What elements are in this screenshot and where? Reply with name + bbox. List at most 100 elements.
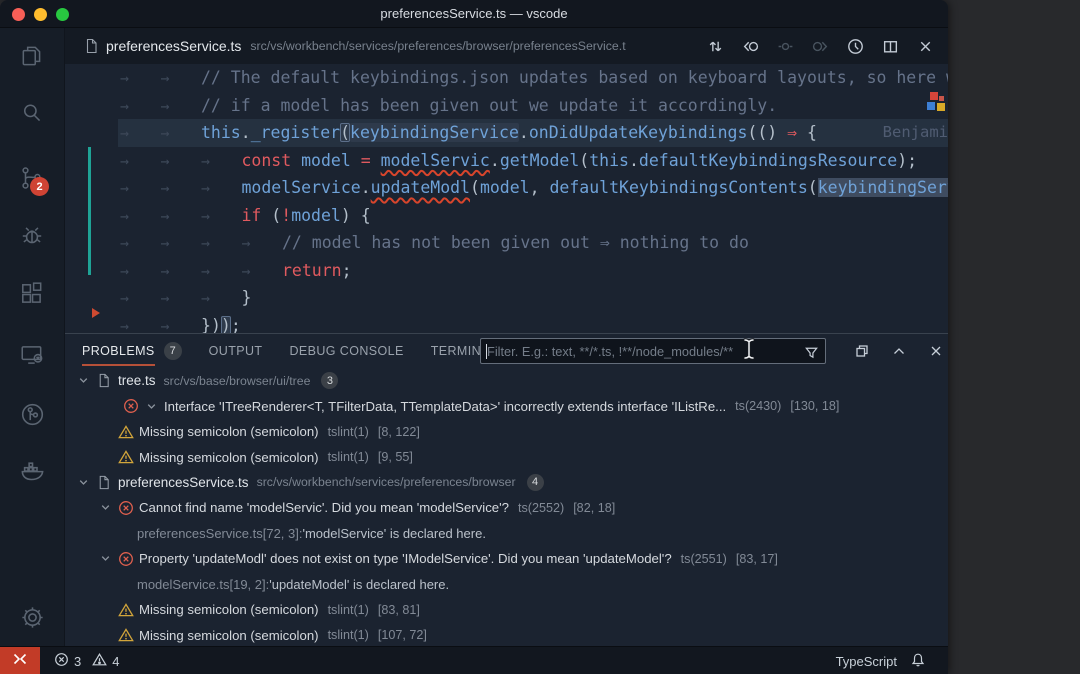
- activity-item-docker[interactable]: [0, 451, 64, 495]
- error-icon: [118, 551, 134, 567]
- code-line[interactable]: →→→const model = modelServic.getModel(th…: [65, 147, 948, 175]
- maximize-panel-icon[interactable]: [889, 341, 909, 361]
- language-mode[interactable]: TypeScript: [836, 654, 897, 669]
- code-line[interactable]: →→// if a model has been given out we up…: [65, 92, 948, 120]
- problem-row[interactable]: Missing semicolon (semicolon)tslint(1)[9…: [65, 444, 948, 469]
- problem-row[interactable]: Interface 'ITreeRenderer<T, TFilterData,…: [65, 393, 948, 418]
- navigate-back-icon[interactable]: [737, 33, 763, 59]
- restore-panel-icon[interactable]: [852, 341, 872, 361]
- code-line[interactable]: →→this._register(keybindingService.onDid…: [65, 119, 948, 147]
- split-editor-icon[interactable]: [877, 33, 903, 59]
- related-info-row[interactable]: modelService.ts[19, 2]: 'updateModel' is…: [65, 572, 948, 597]
- whitespace-arrow: →: [161, 285, 202, 313]
- code-line[interactable]: →→// The default keybindings.json update…: [65, 64, 948, 92]
- activity-item-search[interactable]: [0, 93, 64, 137]
- warning-icon: [118, 627, 134, 643]
- problems-summary[interactable]: 3 4: [54, 647, 119, 674]
- code-token: (: [579, 151, 589, 170]
- code-token: .: [519, 123, 529, 142]
- code-line[interactable]: →→}));: [65, 312, 948, 334]
- code-line[interactable]: →→→→// model has not been given out ⇒ no…: [65, 229, 948, 257]
- code-line[interactable]: →→→→return;: [65, 257, 948, 285]
- tab-output[interactable]: OUTPUT: [209, 334, 263, 368]
- problem-message: Missing semicolon (semicolon): [139, 424, 319, 439]
- problem-row[interactable]: Missing semicolon (semicolon)tslint(1)[1…: [65, 622, 948, 646]
- warning-icon: [118, 449, 134, 465]
- remote-explorer-icon: [19, 342, 45, 373]
- open-changes-icon[interactable]: [702, 33, 728, 59]
- filter-icon[interactable]: [802, 343, 820, 361]
- code-token: model: [480, 178, 530, 197]
- code-token: // if a model has been given out we upda…: [201, 96, 777, 115]
- problem-file-row[interactable]: tree.tssrc/vs/base/browser/ui/tree3: [65, 368, 948, 393]
- whitespace-arrow: →: [201, 258, 242, 286]
- code-token: this: [201, 123, 241, 142]
- code-token: [371, 151, 381, 170]
- code-token: }: [242, 288, 252, 307]
- error-count: 3: [74, 654, 81, 669]
- problem-position: [83, 17]: [736, 552, 778, 566]
- problem-row[interactable]: Missing semicolon (semicolon)tslint(1)[8…: [65, 597, 948, 622]
- whitespace-arrow: →: [120, 175, 161, 203]
- source-control-badge: 2: [30, 177, 49, 196]
- activity-item-explorer[interactable]: [0, 36, 64, 80]
- code-token: .: [629, 151, 639, 170]
- code-token: .: [490, 151, 500, 170]
- open-file-name[interactable]: preferencesService.ts: [106, 38, 241, 54]
- problems-filter[interactable]: [480, 338, 826, 364]
- code-token: modelServic: [381, 151, 490, 170]
- manage-settings-button[interactable]: [0, 598, 64, 642]
- code-token: ((): [747, 123, 787, 142]
- warning-icon: [118, 424, 134, 440]
- activity-item-debug[interactable]: [0, 216, 64, 260]
- problem-row[interactable]: Property 'updateModl' does not exist on …: [65, 546, 948, 571]
- tab-label: DEBUG CONSOLE: [289, 344, 403, 358]
- remote-indicator[interactable]: [0, 647, 40, 674]
- code-line[interactable]: →→→modelService.updateModl(model, defaul…: [65, 174, 948, 202]
- editor[interactable]: →→// The default keybindings.json update…: [65, 64, 948, 333]
- notifications-bell-icon[interactable]: [910, 652, 926, 671]
- code-line[interactable]: →→→if (!model) {: [65, 202, 948, 230]
- problem-source: ts(2430): [735, 399, 781, 413]
- timeline-icon[interactable]: [842, 33, 868, 59]
- ruler-mark-yellow: [937, 103, 945, 111]
- tab-problems[interactable]: PROBLEMS7: [82, 334, 182, 368]
- ruler-mark-blue: [927, 102, 935, 110]
- whitespace-arrow: →: [120, 93, 161, 121]
- chevron-down-icon: [76, 373, 91, 388]
- related-message: 'updateModel' is declared here.: [269, 577, 449, 592]
- file-icon: [96, 475, 111, 490]
- problem-row[interactable]: Missing semicolon (semicolon)tslint(1)[8…: [65, 419, 948, 444]
- close-panel-icon[interactable]: [926, 341, 946, 361]
- code-token: updateModl: [371, 178, 470, 197]
- problem-row[interactable]: Cannot find name 'modelServic'. Did you …: [65, 495, 948, 520]
- code-token: ): [211, 316, 221, 334]
- warning-count-icon: [92, 652, 107, 670]
- tab-debug-console[interactable]: DEBUG CONSOLE: [289, 334, 403, 368]
- related-resource: modelService.ts[19, 2]:: [137, 577, 269, 592]
- code-token: keybindingService: [350, 123, 519, 142]
- activity-item-extensions[interactable]: [0, 274, 64, 318]
- activity-item-gitlens[interactable]: [0, 395, 64, 439]
- current-position-icon[interactable]: [772, 33, 798, 59]
- problem-file-row[interactable]: preferencesService.tssrc/vs/workbench/se…: [65, 470, 948, 495]
- code-token: onDidUpdateKeybindings: [529, 123, 748, 142]
- code-token: defaultKeybindingsContents: [549, 178, 807, 197]
- activity-item-remote-explorer[interactable]: [0, 335, 64, 379]
- code-token: =: [361, 151, 371, 170]
- code-token: }: [201, 316, 211, 334]
- problem-count-badge: 4: [527, 474, 544, 491]
- editor-title-bar: preferencesService.ts src/vs/workbench/s…: [65, 28, 948, 64]
- status-bar: 3 4 TypeScript: [0, 646, 948, 674]
- related-resource: preferencesService.ts[72, 3]:: [137, 526, 302, 541]
- related-info-row[interactable]: preferencesService.ts[72, 3]: 'modelServ…: [65, 521, 948, 546]
- blame-annotation: Benjami: [883, 119, 948, 147]
- navigate-forward-icon[interactable]: [807, 33, 833, 59]
- problem-source: tslint(1): [328, 450, 369, 464]
- code-line[interactable]: →→→}: [65, 284, 948, 312]
- panel-tabs: PROBLEMS7OUTPUTDEBUG CONSOLETERMINAL: [82, 334, 524, 368]
- problem-file-name: preferencesService.ts: [118, 475, 249, 490]
- code-token: [351, 151, 361, 170]
- code-token: );: [897, 151, 917, 170]
- close-editor-icon[interactable]: [912, 33, 938, 59]
